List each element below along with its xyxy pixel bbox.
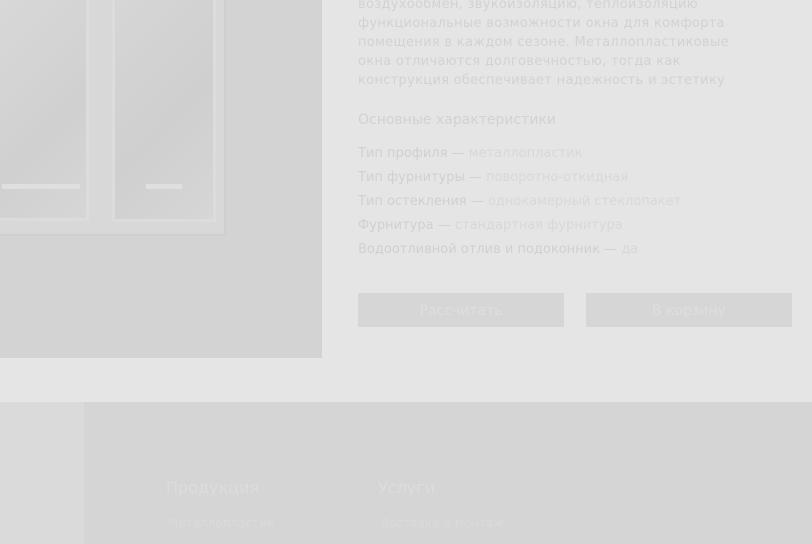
- calculate-button[interactable]: Рассчитать: [358, 293, 564, 327]
- window-handle-left: [2, 184, 80, 189]
- footer: Продукция Металлопластик Услуги Доставка…: [0, 402, 812, 544]
- product-info: воздухообмен, звукоизоляцию, теплоизоляц…: [358, 0, 812, 327]
- spec-row: Тип остекления — однокамерный стеклопаке…: [358, 194, 682, 209]
- spec-value: да: [621, 242, 639, 257]
- window-product-image: [0, 0, 226, 236]
- spec-row: Тип фурнитуры — поворотно-откидная: [358, 170, 629, 185]
- spec-label: Фурнитура: [358, 218, 434, 233]
- spec-label: Водоотливной отлив и подоконник: [358, 242, 600, 257]
- add-to-cart-button[interactable]: В корзину: [586, 293, 792, 327]
- footer-link[interactable]: Металлопластик: [168, 516, 274, 530]
- footer-column-title: Продукция: [166, 478, 260, 497]
- spec-value: стандартная фурнитура: [454, 218, 623, 233]
- spec-value: однокамерный стеклопакет: [487, 194, 682, 209]
- spec-row: Тип профиля — металлопластик: [358, 146, 583, 161]
- footer-logo-area: [0, 402, 84, 544]
- spec-row: Водоотливной отлив и подоконник — да: [358, 242, 639, 257]
- footer-link[interactable]: Доставка и монтаж: [380, 516, 504, 530]
- spec-value: поворотно-откидная: [486, 170, 629, 185]
- product-image-panel: [0, 0, 322, 358]
- product-description: воздухообмен, звукоизоляцию, теплоизоляц…: [358, 0, 812, 90]
- description-line: функциональные возможности окна для комф…: [358, 16, 725, 31]
- spec-value: металлопластик: [468, 146, 583, 161]
- spec-row: Фурнитура — стандартная фурнитура: [358, 218, 623, 233]
- description-line: воздухообмен, звукоизоляцию, теплоизоляц…: [358, 0, 699, 12]
- description-line: конструкция обеспечивает надежность и эс…: [358, 73, 726, 88]
- description-line: помещения в каждом сезоне. Металлопласти…: [358, 35, 729, 50]
- footer-column-title: Услуги: [378, 478, 436, 497]
- characteristics-heading: Основные характеристики: [358, 112, 557, 128]
- window-handle-right: [146, 184, 182, 189]
- description-line: окна отличаются долговечностью, тогда ка…: [358, 54, 681, 69]
- spec-label: Тип профиля: [358, 146, 448, 161]
- spec-label: Тип остекления: [358, 194, 467, 209]
- spec-label: Тип фурнитуры: [358, 170, 465, 185]
